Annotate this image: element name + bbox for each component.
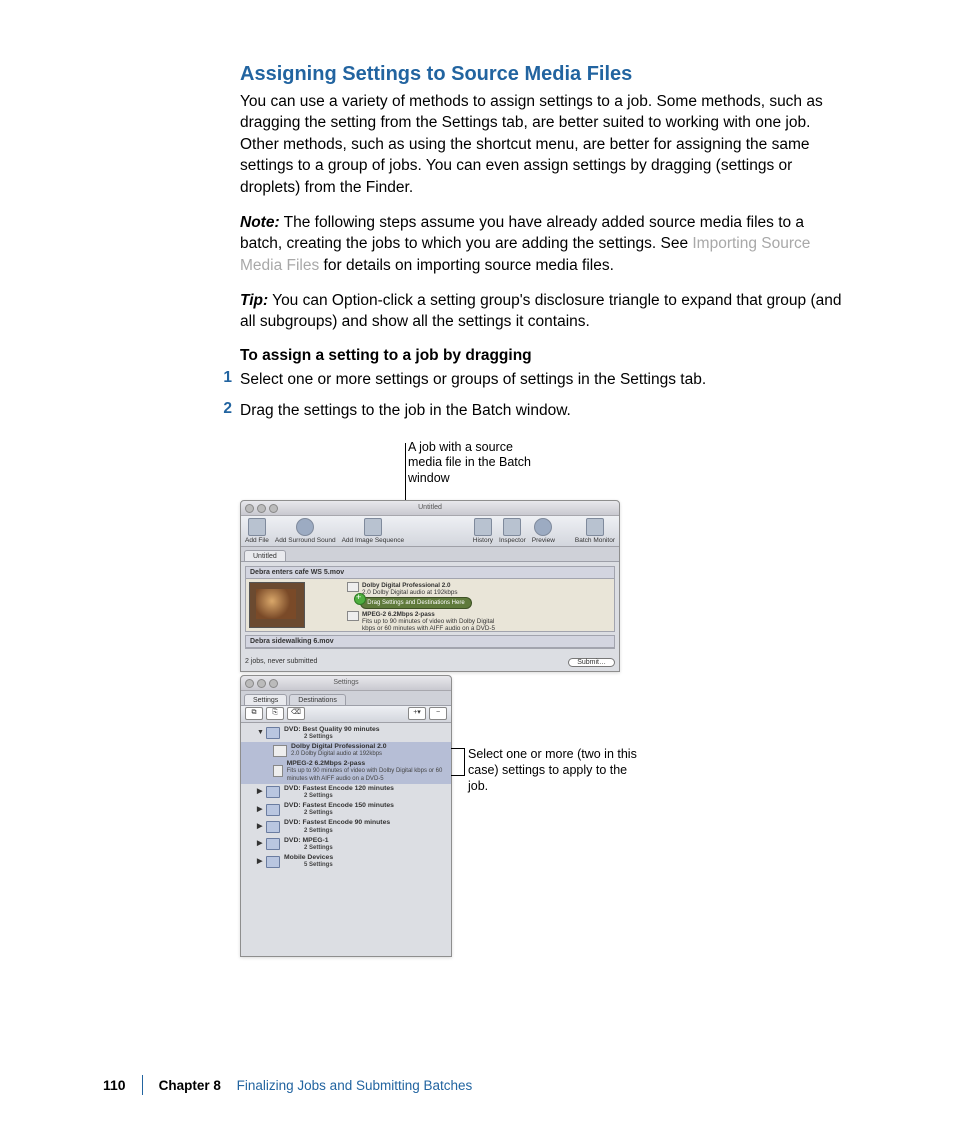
settings-list: ▼DVD: Best Quality 90 minutes2 Settings … [241, 723, 451, 873]
setting-icon [347, 611, 359, 621]
procedure-heading: To assign a setting to a job by dragging [240, 347, 850, 365]
step-text: Drag the settings to the job in the Batc… [240, 400, 571, 421]
job-target-area[interactable]: Dolby Digital Professional 2.02.0 Dolby … [308, 579, 614, 631]
group-item[interactable]: ▶DVD: Fastest Encode 90 minutes2 Setting… [241, 818, 451, 835]
batch-tabbar: Untitled [241, 547, 619, 562]
settings-window: Settings Settings Destinations ⧉ ⎘ ⌫ +▾ … [240, 675, 452, 957]
page-number: 110 [103, 1077, 126, 1093]
group-item[interactable]: ▶DVD: Fastest Encode 150 minutes2 Settin… [241, 801, 451, 818]
group-item[interactable]: ▶DVD: MPEG-12 Settings [241, 836, 451, 853]
step-number: 1 [214, 369, 232, 390]
folder-icon [266, 856, 280, 868]
duplicate-button[interactable]: ⎘ [266, 707, 284, 720]
group-item[interactable]: ▶DVD: Fastest Encode 120 minutes2 Settin… [241, 784, 451, 801]
group-item[interactable]: ▶Mobile Devices5 Settings [241, 853, 451, 870]
add-button[interactable]: +▾ [408, 707, 426, 720]
step-text: Select one or more settings or groups of… [240, 369, 706, 390]
batch-toolbar: Add File Add Surround Sound Add Image Se… [241, 516, 619, 547]
tab-destinations[interactable]: Destinations [289, 694, 346, 705]
batch-tab[interactable]: Untitled [244, 550, 286, 561]
delete-button[interactable]: ⌫ [287, 707, 305, 720]
disclosure-triangle-icon[interactable]: ▶ [257, 806, 264, 814]
tool-add-surround[interactable]: Add Surround Sound [275, 518, 336, 544]
window-title: Settings [333, 679, 358, 686]
job-1: Debra enters cafe WS 5.mov Dolby Digital… [245, 566, 615, 632]
step-number: 2 [214, 400, 232, 421]
remove-button[interactable]: − [429, 707, 447, 720]
tool-batch-monitor[interactable]: Batch Monitor [575, 518, 615, 544]
tip-paragraph: Tip: You can Option-click a setting grou… [240, 290, 850, 333]
leader-line [451, 748, 464, 749]
group-button[interactable]: ⧉ [245, 707, 263, 720]
step-2: 2 Drag the settings to the job in the Ba… [240, 400, 850, 421]
folder-icon [266, 727, 280, 739]
illustration-area: Untitled Add File Add Surround Sound Add… [240, 500, 850, 970]
folder-icon [266, 821, 280, 833]
intro-paragraph: You can use a variety of methods to assi… [240, 91, 850, 198]
tool-add-image-seq[interactable]: Add Image Sequence [342, 518, 405, 544]
callout-right: Select one or more (two in this case) se… [468, 746, 638, 795]
disclosure-triangle-icon[interactable]: ▼ [257, 729, 264, 737]
folder-icon [266, 804, 280, 816]
disclosure-triangle-icon[interactable]: ▶ [257, 823, 264, 831]
disclosure-triangle-icon[interactable]: ▶ [257, 840, 264, 848]
traffic-lights [245, 679, 278, 688]
page-footer: 110 Chapter 8 Finalizing Jobs and Submit… [0, 1075, 954, 1095]
setting-item[interactable]: Dolby Digital Professional 2.02.0 Dolby … [241, 742, 451, 759]
window-titlebar: Untitled [241, 501, 619, 516]
tip-label: Tip: [240, 292, 268, 309]
settings-toolbar: ⧉ ⎘ ⌫ +▾ − [241, 706, 451, 723]
footer-divider [142, 1075, 143, 1095]
setting-icon [273, 745, 287, 757]
disclosure-triangle-icon[interactable]: ▶ [257, 858, 264, 866]
tab-settings[interactable]: Settings [244, 694, 287, 705]
leader-line [464, 748, 465, 776]
callout-upper: A job with a source media file in the Ba… [408, 440, 548, 487]
leader-line [451, 775, 464, 776]
chapter-title: Finalizing Jobs and Submitting Batches [237, 1078, 473, 1093]
disclosure-triangle-icon[interactable]: ▶ [257, 788, 264, 796]
window-titlebar: Settings [241, 676, 451, 691]
job-2: Debra sidewalking 6.mov [245, 635, 615, 649]
window-title: Untitled [418, 504, 442, 511]
settings-tabbar: Settings Destinations [241, 691, 451, 706]
chapter-label: Chapter 8 [159, 1078, 221, 1093]
add-drag-icon [354, 593, 366, 605]
note-paragraph: Note: The following steps assume you hav… [240, 212, 850, 276]
folder-icon [266, 838, 280, 850]
setting-icon [347, 582, 359, 592]
note-label: Note: [240, 214, 280, 231]
tip-text: You can Option-click a setting group's d… [240, 292, 842, 330]
group-item[interactable]: ▼DVD: Best Quality 90 minutes2 Settings [241, 725, 451, 742]
drag-target-label: Drag Settings and Destinations Here [361, 598, 471, 608]
tool-preview[interactable]: Preview [532, 518, 555, 544]
submit-button[interactable]: Submit… [568, 658, 615, 667]
tool-inspector[interactable]: Inspector [499, 518, 526, 544]
tool-history[interactable]: History [473, 518, 493, 544]
tool-add-file[interactable]: Add File [245, 518, 269, 544]
batch-window: Untitled Add File Add Surround Sound Add… [240, 500, 620, 672]
batch-status: 2 jobs, never submitted [245, 658, 317, 667]
job-thumbnail [249, 582, 305, 628]
traffic-lights [245, 504, 278, 513]
job-header: Debra sidewalking 6.mov [246, 636, 614, 648]
note-text-post: for details on importing source media fi… [319, 257, 614, 274]
setting-item[interactable]: MPEG-2 6.2Mbps 2-passFits up to 90 minut… [241, 759, 451, 784]
job-header: Debra enters cafe WS 5.mov [246, 567, 614, 579]
setting-icon [273, 765, 283, 777]
folder-icon [266, 786, 280, 798]
step-1: 1 Select one or more settings or groups … [240, 369, 850, 390]
section-heading: Assigning Settings to Source Media Files [240, 62, 850, 87]
